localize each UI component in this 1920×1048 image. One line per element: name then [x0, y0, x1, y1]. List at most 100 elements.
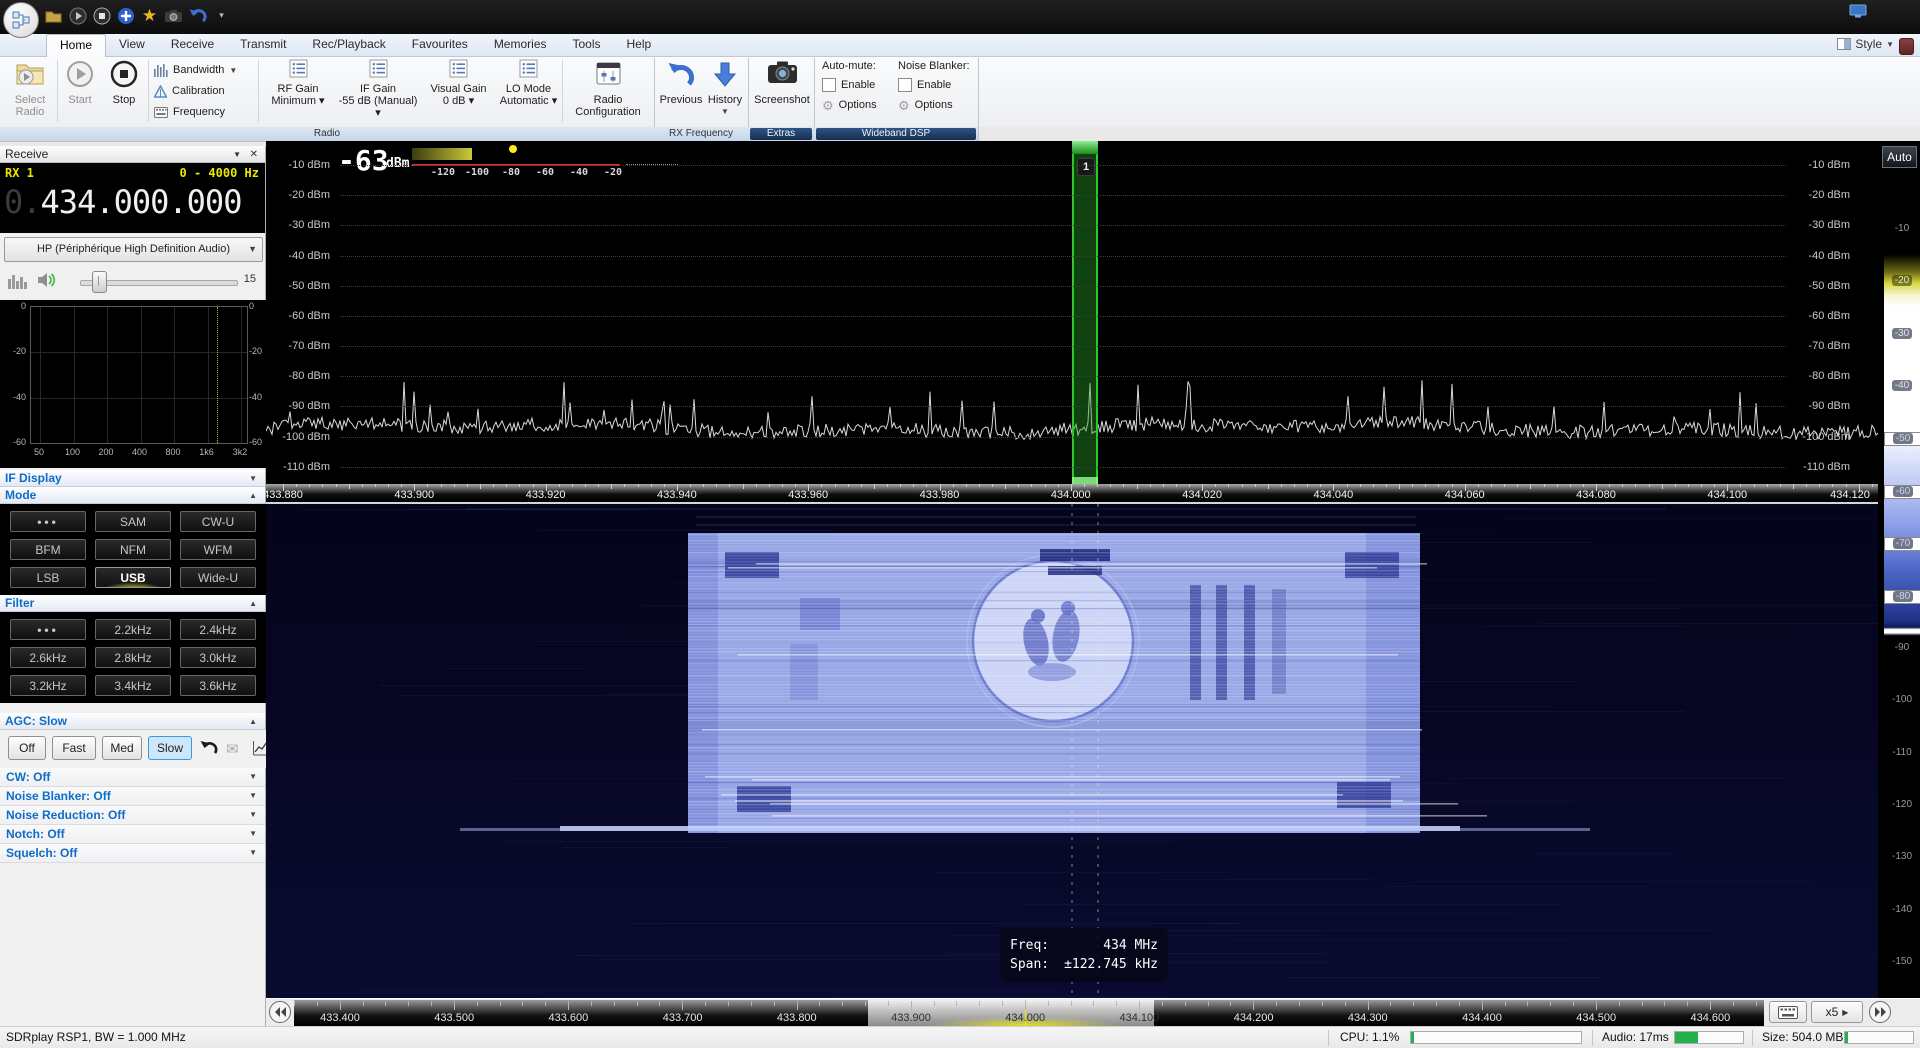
mode-button-bfm[interactable]: BFM — [10, 539, 86, 560]
favourite-icon[interactable]: ★ — [140, 6, 159, 25]
mode-button-sam[interactable]: SAM — [95, 511, 171, 532]
mode-button-wide-u[interactable]: Wide-U — [180, 567, 256, 588]
checkbox-icon[interactable] — [898, 78, 912, 92]
filter-button-3.6khz[interactable]: 3.6kHz — [180, 675, 256, 696]
mode-button-wfm[interactable]: WFM — [180, 539, 256, 560]
play-icon[interactable] — [68, 6, 87, 25]
tab-memories[interactable]: Memories — [481, 34, 560, 57]
scroll-left-button[interactable] — [269, 1001, 291, 1023]
channel-marker[interactable]: 1 — [1072, 141, 1098, 484]
auto-scale-button[interactable]: Auto — [1882, 146, 1917, 168]
tab-home[interactable]: Home — [46, 34, 106, 57]
chevron-down-icon[interactable]: ▼ — [233, 146, 241, 163]
dsp-row-noise-blanker[interactable]: Noise Blanker: Off▼ — [0, 787, 265, 806]
noise-blanker-enable[interactable]: Enable — [898, 75, 974, 95]
noise-blanker-options[interactable]: ⚙Options — [898, 95, 974, 115]
frequency-digits[interactable]: 0.434.000.000 — [4, 183, 241, 221]
history-button[interactable]: History ▼ — [704, 59, 746, 118]
frequency-axis-label: 434.100 — [1701, 489, 1753, 501]
filter-button-2.2khz[interactable]: 2.2kHz — [95, 619, 171, 640]
audio-graph-y-label: -20 — [0, 346, 26, 356]
tab-view[interactable]: View — [106, 34, 158, 57]
mode-section-header[interactable]: Mode▲ — [0, 487, 265, 504]
more-chevron-icon[interactable]: ▾ — [212, 6, 231, 25]
filter-button-3.2khz[interactable]: 3.2kHz — [10, 675, 86, 696]
application-menu-button[interactable] — [3, 2, 39, 38]
style-selector[interactable]: Style ▼ — [1837, 37, 1894, 51]
dsp-row-squelch[interactable]: Squelch: Off▼ — [0, 844, 265, 863]
filter-button-3.4khz[interactable]: 3.4kHz — [95, 675, 171, 696]
keyboard-entry-button[interactable] — [1769, 1001, 1807, 1023]
start-button[interactable]: Start — [60, 59, 100, 106]
tab-transmit[interactable]: Transmit — [227, 34, 299, 57]
add-icon[interactable] — [116, 6, 135, 25]
agc-button-fast[interactable]: Fast — [52, 736, 96, 760]
spectrum-frequency-axis[interactable]: 433.880433.900433.920433.940433.960433.9… — [266, 484, 1878, 502]
tab-rec-playback[interactable]: Rec/Playback — [299, 34, 398, 57]
spectrum-display[interactable]: -63 dBm 1 -10 dBm-10 dBm-20 dBm-20 dBm-3… — [266, 141, 1878, 484]
dsp-row-notch[interactable]: Notch: Off▼ — [0, 825, 265, 844]
radio-configuration-button[interactable]: Radio Configuration — [566, 59, 650, 118]
equalizer-icon[interactable] — [8, 272, 28, 294]
ribbon-dropdown-visual-gain[interactable]: Visual Gain0 dB ▾ — [422, 59, 495, 107]
checkbox-icon[interactable] — [822, 78, 836, 92]
speaker-icon[interactable] — [36, 270, 57, 294]
bandwidth-button[interactable]: Bandwidth▼ — [154, 60, 256, 80]
undo-icon[interactable] — [188, 6, 207, 25]
select-radio-button[interactable]: Select Radio — [4, 59, 56, 118]
mode-button--[interactable]: ••• — [10, 511, 86, 532]
agc-section-header[interactable]: AGC: Slow▲ — [0, 713, 265, 730]
receive-panel-header[interactable]: Receive ▼ ✕ — [0, 146, 265, 163]
close-icon[interactable]: ✕ — [250, 146, 258, 163]
zoom-level-button[interactable]: x5▶ — [1811, 1001, 1863, 1023]
auto-mute-enable[interactable]: Enable — [822, 75, 892, 95]
stop-button[interactable]: Stop — [102, 59, 146, 106]
auto-mute-options[interactable]: ⚙Options — [822, 95, 892, 115]
dsp-row-noise-reduction[interactable]: Noise Reduction: Off▼ — [0, 806, 265, 825]
tab-favourites[interactable]: Favourites — [399, 34, 481, 57]
fast-forward-button[interactable] — [1869, 1001, 1891, 1023]
audio-graph-y-label: 0 — [0, 301, 26, 311]
frequency-display[interactable]: RX 1 0 - 4000 Hz 0.434.000.000 — [0, 163, 265, 233]
open-folder-icon[interactable] — [44, 6, 63, 25]
camera-icon[interactable] — [164, 6, 183, 25]
ribbon-dropdown-lo-mode[interactable]: LO ModeAutomatic ▾ — [497, 59, 560, 107]
audio-device-select[interactable]: HP (Périphérique High Definition Audio) … — [4, 237, 263, 262]
ribbon-dropdown-rf-gain[interactable]: RF GainMinimum ▾ — [262, 59, 334, 107]
tab-receive[interactable]: Receive — [158, 34, 227, 57]
tab-help[interactable]: Help — [614, 34, 665, 57]
previous-frequency-button[interactable]: Previous — [658, 59, 704, 106]
ribbon-dropdown-if-gain[interactable]: IF Gain-55 dB (Manual) ▾ — [336, 59, 420, 119]
frequency-button[interactable]: Frequency — [154, 102, 256, 122]
filter-section-header[interactable]: Filter▲ — [0, 595, 265, 612]
ruler-frequency-label: 433.400 — [310, 1012, 370, 1024]
undo-icon[interactable] — [198, 739, 219, 762]
mode-button-cw-u[interactable]: CW-U — [180, 511, 256, 532]
if-display-section-header[interactable]: IF Display▼ — [0, 470, 265, 487]
ribbon-corner-button[interactable] — [1899, 38, 1914, 55]
filter-button-3.0khz[interactable]: 3.0kHz — [180, 647, 256, 668]
dsp-row-cw[interactable]: CW: Off▼ — [0, 768, 265, 787]
filter-button-2.4khz[interactable]: 2.4kHz — [180, 619, 256, 640]
radio-configuration-icon — [566, 59, 650, 94]
waterfall-display[interactable]: Freq:434 MHz Span:±122.745 kHz — [266, 504, 1878, 998]
screenshot-button[interactable]: Screenshot — [752, 59, 812, 106]
calibration-button[interactable]: Calibration — [154, 81, 256, 101]
mail-icon[interactable]: ✉ — [226, 740, 239, 758]
mode-button-nfm[interactable]: NFM — [95, 539, 171, 560]
mode-button-usb[interactable]: USB — [95, 567, 171, 588]
waterfall-colorbar[interactable] — [1884, 175, 1920, 996]
filter-button-2.8khz[interactable]: 2.8kHz — [95, 647, 171, 668]
filter-button--[interactable]: ••• — [10, 619, 86, 640]
frequency-ruler[interactable]: 433.400433.500433.600433.700433.800433.9… — [294, 1000, 1764, 1026]
stop-icon[interactable] — [92, 6, 111, 25]
volume-slider-thumb[interactable] — [92, 271, 107, 293]
agc-button-slow[interactable]: Slow — [148, 736, 192, 760]
tab-tools[interactable]: Tools — [560, 34, 614, 57]
display-icon[interactable] — [1849, 4, 1867, 24]
filter-button-2.6khz[interactable]: 2.6kHz — [10, 647, 86, 668]
agc-button-off[interactable]: Off — [8, 736, 46, 760]
colorbar-scale-label: -110 — [1884, 747, 1920, 758]
mode-button-lsb[interactable]: LSB — [10, 567, 86, 588]
agc-button-med[interactable]: Med — [102, 736, 142, 760]
